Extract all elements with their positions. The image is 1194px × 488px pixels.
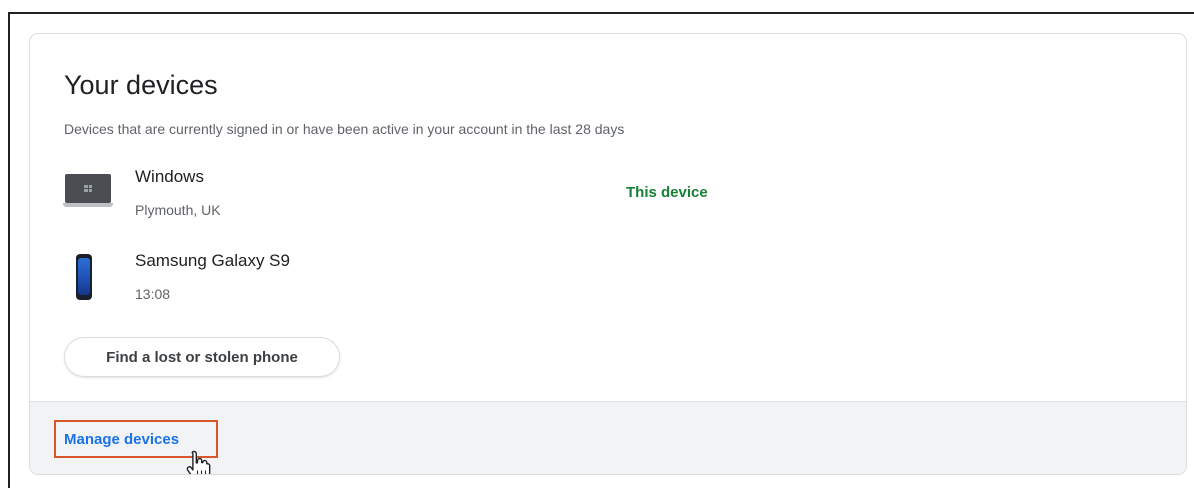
- device-row-windows[interactable]: Windows Plymouth, UK This device: [30, 162, 1186, 226]
- find-lost-phone-button[interactable]: Find a lost or stolen phone: [64, 337, 340, 377]
- this-device-label: This device: [626, 184, 708, 201]
- phone-icon: [76, 254, 92, 300]
- device-row-samsung[interactable]: Samsung Galaxy S9 13:08: [30, 246, 1186, 310]
- device-name: Windows: [135, 167, 204, 186]
- card-subtitle: Devices that are currently signed in or …: [64, 121, 625, 137]
- hand-pointer-cursor-icon: [186, 450, 211, 474]
- card-title: Your devices: [64, 70, 218, 100]
- device-location: Plymouth, UK: [135, 202, 221, 218]
- device-name: Samsung Galaxy S9: [135, 251, 290, 270]
- devices-card: Your devices Devices that are currently …: [29, 33, 1187, 475]
- laptop-icon: [63, 174, 113, 208]
- device-last-active: 13:08: [135, 286, 171, 302]
- card-footer: Manage devices: [30, 401, 1186, 474]
